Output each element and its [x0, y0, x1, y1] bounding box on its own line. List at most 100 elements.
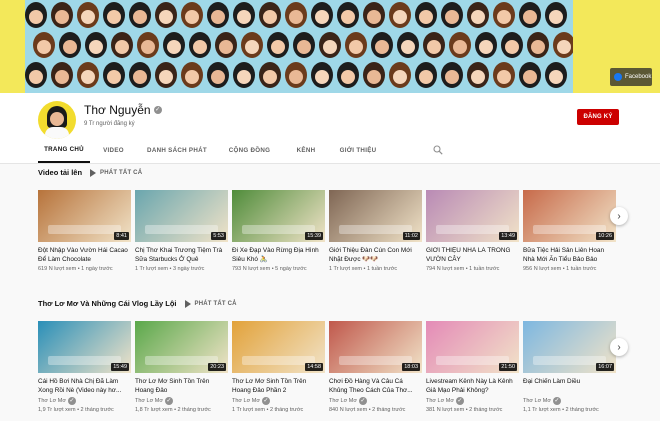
banner-face	[129, 2, 151, 28]
banner-face	[267, 32, 289, 58]
facebook-icon	[614, 73, 622, 81]
video-channel[interactable]: Thơ Lơ Mơ	[523, 398, 551, 404]
banner-face	[441, 62, 463, 88]
banner-face	[519, 2, 541, 28]
video-title[interactable]: Cái Hồ Bơi Nhà Chị Đã Làm Xong Rồi Nè (V…	[38, 378, 131, 395]
tab-about[interactable]: GIỚI THIỆU	[330, 137, 386, 163]
video-duration: 20:23	[208, 363, 226, 371]
video-thumbnail[interactable]: 16:07	[523, 321, 616, 373]
banner-face	[259, 62, 281, 88]
video-channel[interactable]: Thơ Lơ Mơ	[38, 398, 66, 404]
banner-face	[103, 2, 125, 28]
section-title[interactable]: Video tải lên	[38, 168, 82, 177]
shelf-next-button[interactable]: ›	[610, 207, 628, 225]
video-thumbnail[interactable]: 21:50	[426, 321, 519, 373]
section-title[interactable]: Thơ Lơ Mơ Và Những Cái Vlog Lầy Lội	[38, 299, 177, 308]
subscriber-count: 9 Tr người đăng ký	[84, 121, 135, 127]
banner-face	[363, 2, 385, 28]
video-thumbnail[interactable]: 11:02	[329, 190, 422, 242]
video-thumbnail[interactable]: 15:39	[232, 190, 325, 242]
video-thumbnail[interactable]: 5:53	[135, 190, 228, 242]
shelf-next-button[interactable]: ›	[610, 338, 628, 356]
video-title[interactable]: GIỚI THIỆU NHÀ LÁ TRONG VƯỜN CÂY	[426, 247, 519, 264]
banner-face	[51, 62, 73, 88]
tab-home[interactable]: TRANG CHỦ	[38, 137, 90, 163]
video-title[interactable]: Chơi Đồ Hàng Và Câu Cá Khủng Theo Cách C…	[329, 378, 422, 395]
video-card[interactable]: 5:53 Chị Thơ Khai Trương Tiệm Trà Sữa Sta…	[135, 190, 228, 272]
video-card[interactable]: 16:07 Đại Chiến Làm Diều Thơ Lơ Mơ ✓ 1,1 Tr …	[523, 321, 616, 413]
video-title[interactable]: Thơ Lơ Mơ Sinh Tồn Trên Hoang Đảo	[135, 378, 228, 395]
search-icon[interactable]	[433, 145, 443, 155]
video-card[interactable]: 10:26 Bữa Tiệc Hải Sản Liên Hoan Nhà Mới …	[523, 190, 616, 272]
banner-face	[415, 2, 437, 28]
uploads-section-header: Video tải lên PHÁT TẤT CẢ	[38, 168, 142, 177]
banner-face	[397, 32, 419, 58]
video-card[interactable]: 21:50 Livestream Kênh Này Là Kênh Giả Mạo…	[426, 321, 519, 413]
video-thumbnail[interactable]: 20:23	[135, 321, 228, 373]
play-all-button[interactable]: PHÁT TẤT CẢ	[90, 168, 142, 177]
video-meta: 1 Tr lượt xem • 1 tuần trước	[329, 266, 398, 272]
video-thumbnail[interactable]: 15:49	[38, 321, 131, 373]
video-duration: 16:07	[596, 363, 614, 371]
video-thumbnail[interactable]: 8:41	[38, 190, 131, 242]
video-channel[interactable]: Thơ Lơ Mơ	[135, 398, 163, 404]
video-channel[interactable]: Thơ Lơ Mơ	[329, 398, 357, 404]
facebook-link[interactable]: Facebook	[610, 68, 652, 86]
video-duration: 14:58	[305, 363, 323, 371]
play-all-button[interactable]: PHÁT TẤT CẢ	[184, 299, 237, 308]
video-meta: 956 N lượt xem • 1 tuần trước	[523, 266, 597, 272]
video-title[interactable]: Giới Thiệu Đàn Cún Con Mới Nhặt Được 🐶🐶	[329, 247, 422, 264]
video-duration: 15:49	[111, 363, 129, 371]
tab-videos[interactable]: VIDEO	[90, 137, 137, 163]
banner-face	[77, 2, 99, 28]
video-meta: 1 Tr lượt xem • 2 tháng trước	[232, 407, 304, 413]
channel-header: Thơ Nguyễn ✓ 9 Tr người đăng ký ĐĂNG KÝ …	[0, 93, 660, 163]
play-icon	[90, 168, 97, 177]
video-card[interactable]: 15:49 Cái Hồ Bơi Nhà Chị Đã Làm Xong Rồi …	[38, 321, 131, 413]
channel-avatar[interactable]	[38, 101, 76, 139]
banner-face	[155, 2, 177, 28]
video-card[interactable]: 13:49 GIỚI THIỆU NHÀ LÁ TRONG VƯỜN CÂY 794…	[426, 190, 519, 272]
banner-face	[389, 2, 411, 28]
video-title[interactable]: Đại Chiến Làm Diều	[523, 378, 616, 395]
verified-icon: ✓	[153, 106, 162, 114]
banner-face	[25, 62, 47, 88]
video-card[interactable]: 15:39 Đi Xe Đạp Vào Rừng Địa Hình Siêu Kh…	[232, 190, 325, 272]
video-thumbnail[interactable]: 13:49	[426, 190, 519, 242]
video-channel-row: Thơ Lơ Mơ ✓	[135, 397, 228, 405]
verified-icon: ✓	[261, 397, 270, 405]
video-duration: 13:49	[499, 232, 517, 240]
tab-community[interactable]: CỘNG ĐỒNG	[217, 137, 282, 163]
video-channel[interactable]: Thơ Lơ Mơ	[232, 398, 260, 404]
video-title[interactable]: Bữa Tiệc Hải Sản Liên Hoan Nhà Mới Ăn Ti…	[523, 247, 616, 264]
video-thumbnail[interactable]: 18:03	[329, 321, 422, 373]
video-card[interactable]: 20:23 Thơ Lơ Mơ Sinh Tồn Trên Hoang Đảo Th…	[135, 321, 228, 413]
banner-face	[233, 62, 255, 88]
tab-playlists[interactable]: DANH SÁCH PHÁT	[137, 137, 217, 163]
video-title[interactable]: Đột Nhập Vào Vườn Hái Cacao Để Làm Choco…	[38, 247, 131, 264]
video-card[interactable]: 14:58 Thơ Lơ Mơ Sinh Tồn Trên Hoang Đảo P…	[232, 321, 325, 413]
banner-face	[129, 62, 151, 88]
banner-face	[493, 2, 515, 28]
banner-face	[475, 32, 497, 58]
play-all-label: PHÁT TẤT CẢ	[194, 300, 237, 307]
video-title[interactable]: Chị Thơ Khai Trương Tiệm Trà Sữa Starbuc…	[135, 247, 228, 264]
subscribe-button[interactable]: ĐĂNG KÝ	[577, 109, 619, 125]
video-meta: 794 N lượt xem • 1 tuần trước	[426, 266, 500, 272]
tab-channels[interactable]: KÊNH	[282, 137, 330, 163]
banner-face	[337, 62, 359, 88]
channel-name: Thơ Nguyễn	[84, 103, 151, 117]
video-card[interactable]: 11:02 Giới Thiệu Đàn Cún Con Mới Nhặt Đượ…	[329, 190, 422, 272]
video-card[interactable]: 8:41 Đột Nhập Vào Vườn Hái Cacao Để Làm C…	[38, 190, 131, 272]
banner-face	[519, 62, 541, 88]
video-thumbnail[interactable]: 10:26	[523, 190, 616, 242]
video-title[interactable]: Thơ Lơ Mơ Sinh Tồn Trên Hoang Đảo Phần 2	[232, 378, 325, 395]
banner-face	[527, 32, 549, 58]
video-card[interactable]: 18:03 Chơi Đồ Hàng Và Câu Cá Khủng Theo C…	[329, 321, 422, 413]
video-channel-row: Thơ Lơ Mơ ✓	[232, 397, 325, 405]
video-channel[interactable]: Thơ Lơ Mơ	[426, 398, 454, 404]
video-thumbnail[interactable]: 14:58	[232, 321, 325, 373]
video-title[interactable]: Livestream Kênh Này Là Kênh Giả Mạo Phải…	[426, 378, 519, 395]
video-meta: 1,1 Tr lượt xem • 2 tháng trước	[523, 407, 599, 413]
video-title[interactable]: Đi Xe Đạp Vào Rừng Địa Hình Siêu Khó 🚴	[232, 247, 325, 264]
